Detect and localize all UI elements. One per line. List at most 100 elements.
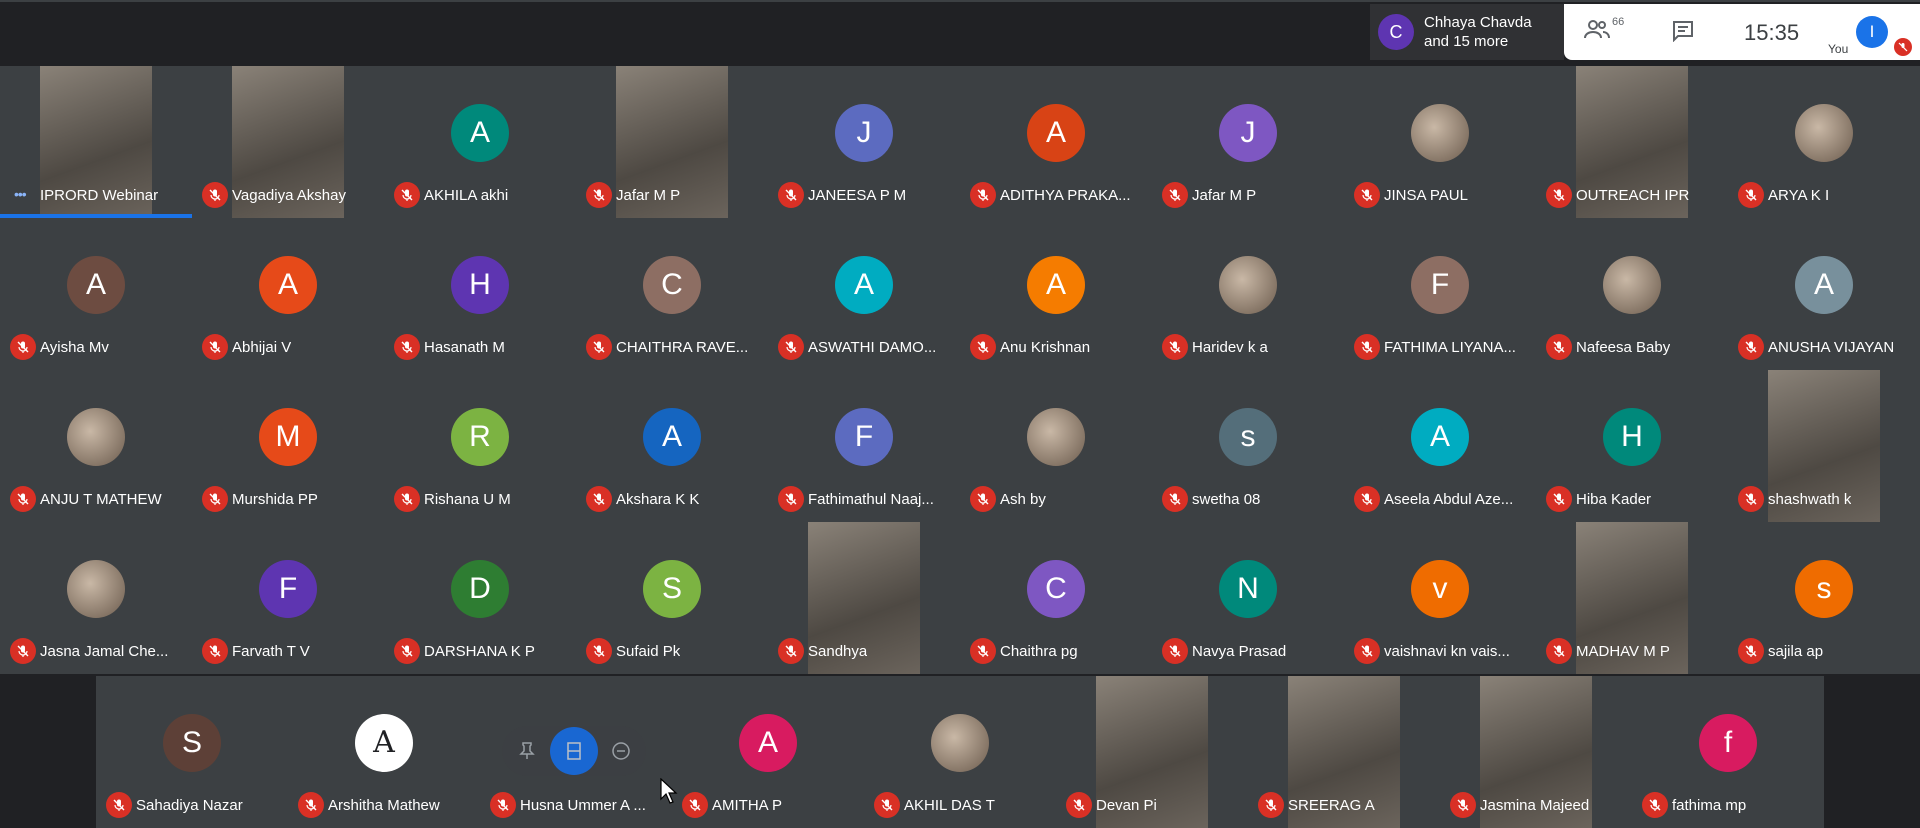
mic-off-icon <box>1546 182 1572 208</box>
participant-tile-anju-t-mathew[interactable]: ANJU T MATHEW <box>0 370 192 522</box>
speaking-indicator-icon: ••• <box>14 186 27 202</box>
participant-tile-sajila-ap[interactable]: s sajila ap <box>1728 522 1920 674</box>
participant-name: Hasanath M <box>424 339 505 356</box>
mic-off-icon <box>1450 792 1476 818</box>
profile-photo <box>67 559 125 618</box>
participant-tile-devan-pi[interactable]: Devan Pi <box>1056 676 1248 828</box>
participant-tile-janeesa-p-m[interactable]: J JANEESA P M <box>768 66 960 218</box>
top-bar: C Chhaya Chavda and 15 more 66 15:35 I Y… <box>0 0 1920 66</box>
participant-tile-navya-prasad[interactable]: N Navya Prasad <box>1152 522 1344 674</box>
participant-tile-aswathi-damo[interactable]: A ASWATHI DAMO... <box>768 218 960 370</box>
participant-tile-shashwath-k[interactable]: shashwath k <box>1728 370 1920 522</box>
participant-tile-jasmina-majeed[interactable]: Jasmina Majeed <box>1440 676 1632 828</box>
pin-icon[interactable] <box>512 736 542 766</box>
participant-name: Aseela Abdul Aze... <box>1384 491 1514 508</box>
participant-name: vaishnavi kn vais... <box>1384 643 1510 660</box>
participant-tile-ash-by[interactable]: Ash by <box>960 370 1152 522</box>
participant-tile-arya-k-i[interactable]: ARYA K I <box>1728 66 1920 218</box>
participant-name: Jasna Jamal Che... <box>40 643 169 660</box>
participant-tile-sandhya[interactable]: Sandhya <box>768 522 960 674</box>
participant-name: Nafeesa Baby <box>1576 339 1671 356</box>
participant-name: Rishana U M <box>424 491 511 508</box>
mic-off-icon <box>1738 334 1764 360</box>
participant-tile-amitha-p[interactable]: A AMITHA P <box>672 676 864 828</box>
participant-tile-jasna-jamal-che[interactable]: Jasna Jamal Che... <box>0 522 192 674</box>
mic-off-icon <box>490 792 516 818</box>
participant-tile-ayisha-mv[interactable]: A Ayisha Mv <box>0 218 192 370</box>
participant-name: Akshara K K <box>616 491 700 508</box>
participant-name: ARYA K I <box>1768 187 1830 204</box>
participant-tile-arshitha-mathew[interactable]: A Arshitha Mathew <box>288 676 480 828</box>
participant-avatar: A <box>643 407 701 466</box>
participant-tile-jafar-m-p[interactable]: J Jafar M P <box>1152 66 1344 218</box>
mic-off-icon <box>586 334 612 360</box>
participant-tile-fathima-liyana[interactable]: F FATHIMA LIYANA... <box>1344 218 1536 370</box>
participant-tile-nafeesa-baby[interactable]: Nafeesa Baby <box>1536 218 1728 370</box>
participant-tile-darshana-k-p[interactable]: D DARSHANA K P <box>384 522 576 674</box>
participant-tile-haridev-k-a[interactable]: Haridev k a <box>1152 218 1344 370</box>
mic-off-icon <box>970 638 996 664</box>
participant-tile-akhil-das-t[interactable]: AKHIL DAS T <box>864 676 1056 828</box>
participant-avatar: A <box>355 713 413 772</box>
participant-tile-anu-krishnan[interactable]: A Anu Krishnan <box>960 218 1152 370</box>
participant-name: Abhijai V <box>232 339 292 356</box>
participant-tile-akhila-akhi[interactable]: A AKHILA akhi <box>384 66 576 218</box>
participant-tile-fathimathul-naaj[interactable]: F Fathimathul Naaj... <box>768 370 960 522</box>
participant-tile-aseela-abdul-aze[interactable]: A Aseela Abdul Aze... <box>1344 370 1536 522</box>
participant-avatar: C <box>1027 559 1085 618</box>
participant-tile-farvath-t-v[interactable]: F Farvath T V <box>192 522 384 674</box>
mic-off-icon <box>1354 334 1380 360</box>
mic-off-icon <box>394 638 420 664</box>
participant-tile-rishana-u-m[interactable]: R Rishana U M <box>384 370 576 522</box>
mic-off-icon <box>202 334 228 360</box>
participant-tile-sreerag-a[interactable]: SREERAG A <box>1248 676 1440 828</box>
mic-off-icon <box>202 182 228 208</box>
participant-tile-murshida-pp[interactable]: M Murshida PP <box>192 370 384 522</box>
mic-off-icon <box>394 334 420 360</box>
participant-grid: ••• IPRORD Webinar Vagadiya Akshay A AKHILA … <box>0 66 1920 676</box>
participant-tile-fathima-mp[interactable]: f fathima mp <box>1632 676 1824 828</box>
participant-tile-adithya-praka[interactable]: A ADITHYA PRAKA... <box>960 66 1152 218</box>
participant-name: MADHAV M P <box>1576 643 1670 660</box>
participant-tile-outreach-ipr[interactable]: OUTREACH IPR <box>1536 66 1728 218</box>
participant-avatar: A <box>1027 255 1085 314</box>
participant-tile-sahadiya-nazar[interactable]: S Sahadiya Nazar <box>96 676 288 828</box>
mic-off-icon <box>202 486 228 512</box>
participant-name: DARSHANA K P <box>424 643 535 660</box>
participant-name: JINSA PAUL <box>1384 187 1468 204</box>
participant-tile-vagadiya-akshay[interactable]: Vagadiya Akshay <box>192 66 384 218</box>
participant-avatar: A <box>1795 255 1853 314</box>
self-label: You <box>1828 42 1849 56</box>
remove-icon[interactable] <box>606 736 636 766</box>
participant-tile-chaithra-pg[interactable]: C Chaithra pg <box>960 522 1152 674</box>
participant-tile-akshara-k-k[interactable]: A Akshara K K <box>576 370 768 522</box>
profile-photo <box>931 713 989 772</box>
layout-icon[interactable] <box>550 727 598 775</box>
mic-off-icon <box>586 638 612 664</box>
participant-avatar: J <box>1219 103 1277 162</box>
participant-tile-abhijai-v[interactable]: A Abhijai V <box>192 218 384 370</box>
profile-photo <box>1795 103 1853 162</box>
participant-name: Devan Pi <box>1096 797 1157 814</box>
participant-tile-hiba-kader[interactable]: H Hiba Kader <box>1536 370 1728 522</box>
participant-tile-chaithra-rave[interactable]: C CHAITHRA RAVE... <box>576 218 768 370</box>
participant-tile-madhav-m-p[interactable]: MADHAV M P <box>1536 522 1728 674</box>
participant-tile-swetha-08[interactable]: s swetha 08 <box>1152 370 1344 522</box>
participant-tile-vaishnavi-kn-vais[interactable]: v vaishnavi kn vais... <box>1344 522 1536 674</box>
participant-tile-hasanath-m[interactable]: H Hasanath M <box>384 218 576 370</box>
participant-tile-anusha-vijayan[interactable]: A ANUSHA VIJAYAN <box>1728 218 1920 370</box>
people-icon[interactable] <box>1584 18 1610 45</box>
profile-photo <box>1219 255 1277 314</box>
participant-tile-jafar-m-p[interactable]: Jafar M P <box>576 66 768 218</box>
participant-avatar: s <box>1219 407 1277 466</box>
self-avatar[interactable]: I <box>1856 16 1888 48</box>
chat-icon[interactable] <box>1672 20 1694 47</box>
mic-off-icon <box>970 182 996 208</box>
mic-off-icon <box>394 486 420 512</box>
mic-off-icon <box>394 182 420 208</box>
participant-tile-iprord-webinar[interactable]: ••• IPRORD Webinar <box>0 66 192 218</box>
participant-tile-jinsa-paul[interactable]: JINSA PAUL <box>1344 66 1536 218</box>
presenter-chip[interactable]: C Chhaya Chavda and 15 more <box>1370 4 1564 60</box>
participant-tile-sufaid-pk[interactable]: S Sufaid Pk <box>576 522 768 674</box>
mic-off-icon <box>1738 182 1764 208</box>
